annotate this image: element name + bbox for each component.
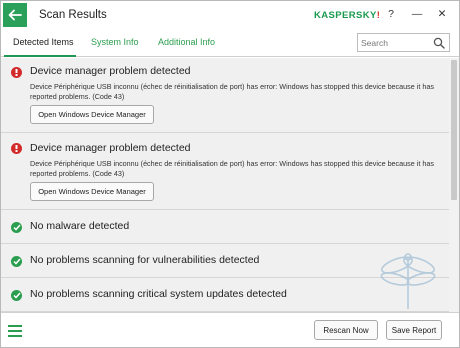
result-title: No problems scanning critical system upd…	[30, 288, 287, 300]
active-tab-indicator	[4, 55, 76, 57]
result-title: No malware detected	[30, 220, 130, 232]
result-title: Device manager problem detected	[30, 65, 191, 77]
check-icon	[11, 256, 22, 267]
search-box	[357, 33, 450, 52]
open-device-manager-button[interactable]: Open Windows Device Manager	[30, 105, 154, 124]
result-item: Device manager problem detected Device P…	[1, 58, 449, 133]
watermark-icon	[380, 253, 436, 309]
brand-accent: !	[376, 10, 381, 21]
result-item: Device manager problem detected Device P…	[1, 133, 449, 210]
window-title: Scan Results	[39, 9, 107, 21]
menu-icon[interactable]	[8, 325, 22, 337]
open-device-manager-button[interactable]: Open Windows Device Manager	[30, 182, 154, 201]
result-description: Device Périphérique USB inconnu (échec d…	[30, 159, 434, 178]
save-report-button[interactable]: Save Report	[386, 320, 442, 340]
scan-results-window: Scan Results KASPERSKY! ? — ✕ Detected I…	[0, 0, 460, 348]
tab-system-info[interactable]: System Info	[91, 37, 139, 47]
kaspersky-logo: KASPERSKY!	[314, 10, 380, 21]
tab-bar: Detected Items System Info Additional In…	[1, 29, 459, 57]
tab-detected-items[interactable]: Detected Items	[13, 37, 74, 47]
title-bar: Scan Results KASPERSKY! ? — ✕	[1, 1, 459, 29]
tab-additional-info[interactable]: Additional Info	[158, 37, 215, 47]
search-icon[interactable]	[433, 37, 445, 49]
result-description: Device Périphérique USB inconnu (échec d…	[30, 82, 434, 101]
search-input[interactable]	[361, 36, 429, 49]
result-item: No malware detected	[1, 210, 449, 244]
error-icon	[11, 143, 22, 154]
scrollbar-thumb[interactable]	[451, 60, 457, 200]
check-icon	[11, 290, 22, 301]
brand-name: KASPERSKY	[314, 10, 377, 21]
error-icon	[11, 67, 22, 78]
vertical-scrollbar[interactable]	[449, 58, 459, 312]
help-button[interactable]: ?	[384, 7, 398, 21]
result-title: Device manager problem detected	[30, 142, 191, 154]
close-button[interactable]: ✕	[435, 7, 449, 21]
bottom-toolbar: Rescan Now Save Report	[1, 312, 459, 347]
check-icon	[11, 222, 22, 233]
result-title: No problems scanning for vulnerabilities…	[30, 254, 260, 266]
rescan-now-button[interactable]: Rescan Now	[314, 320, 378, 340]
back-button[interactable]	[3, 3, 27, 27]
minimize-button[interactable]: —	[410, 7, 424, 21]
arrow-left-icon	[8, 9, 22, 21]
